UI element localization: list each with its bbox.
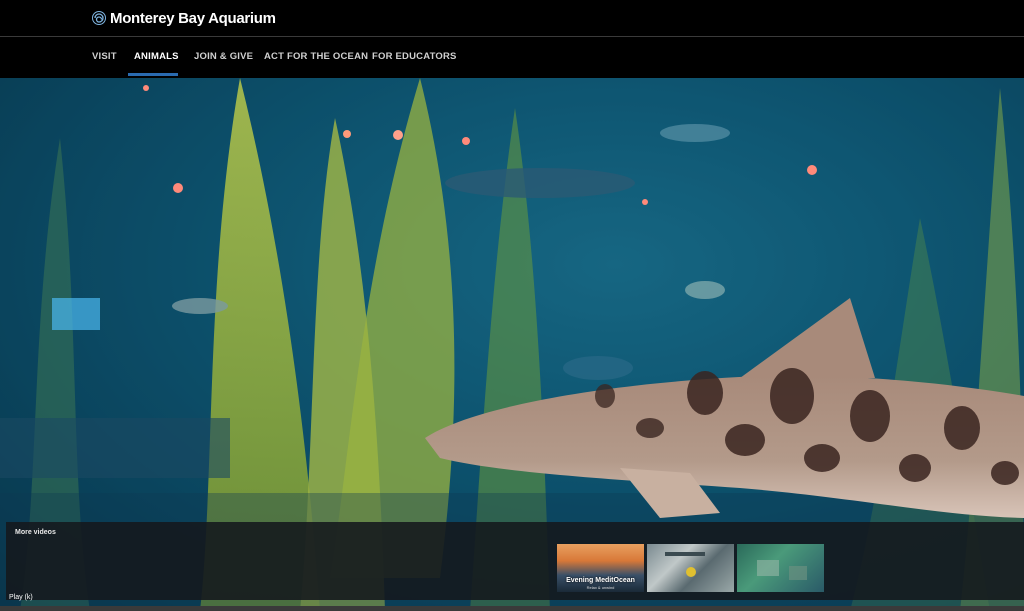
- nav-item-visit[interactable]: VISIT: [92, 51, 117, 62]
- nav-item-join-give[interactable]: JOIN & GIVE: [194, 51, 253, 62]
- brand-name: Monterey Bay Aquarium: [110, 9, 276, 27]
- play-button[interactable]: Play (k): [9, 594, 33, 601]
- spiral-logo-icon: [92, 11, 106, 25]
- thumbnail-title: Evening MeditOcean: [566, 577, 635, 584]
- site-header: Monterey Bay Aquarium: [0, 0, 1024, 37]
- thumbnail-subtitle: Relax & unwind: [586, 585, 615, 590]
- nav-item-animals[interactable]: ANIMALS: [134, 51, 179, 62]
- main-nav: VISIT ANIMALS JOIN & GIVE ACT FOR THE OC…: [0, 37, 1024, 78]
- thumbnail-image: [665, 552, 705, 577]
- video-thumbnail[interactable]: [737, 544, 824, 592]
- video-thumbnail[interactable]: Evening MeditOcean Relax & unwind: [557, 544, 644, 592]
- site-logo[interactable]: Monterey Bay Aquarium: [92, 8, 276, 28]
- nav-item-act-for-the-ocean[interactable]: ACT FOR THE OCEAN: [264, 51, 368, 62]
- video-thumbnail[interactable]: [647, 544, 734, 592]
- more-videos-heading: More videos: [15, 529, 56, 536]
- nav-item-for-educators[interactable]: FOR EDUCATORS: [372, 51, 457, 62]
- thumbnail-image: [757, 560, 807, 580]
- active-nav-indicator: [128, 73, 178, 76]
- video-progress-bar[interactable]: [0, 606, 1024, 611]
- more-videos-panel: More videos Evening MeditOcean Relax & u…: [6, 522, 1024, 600]
